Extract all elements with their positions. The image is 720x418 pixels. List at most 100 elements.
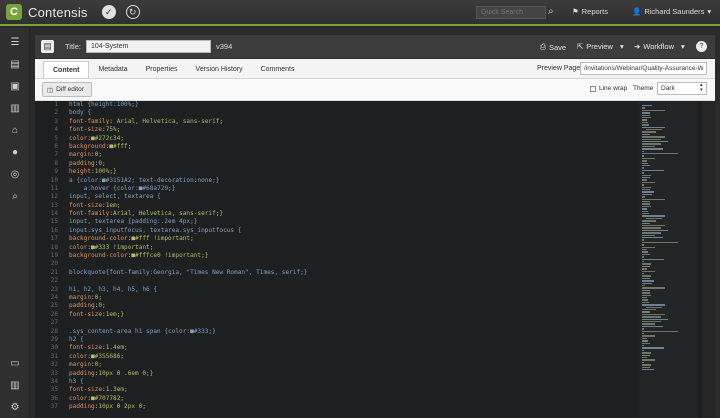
- home-icon[interactable]: ⌂: [9, 125, 21, 136]
- code-line: 26 font-size:1em;}: [35, 311, 635, 319]
- code-line: 8 padding:0;: [35, 160, 635, 168]
- minimap-line: [642, 328, 644, 330]
- line-wrap-toggle[interactable]: Line wrap: [590, 85, 627, 92]
- save-icon: ⎙: [540, 42, 546, 51]
- tab-comments[interactable]: Comments: [252, 61, 304, 78]
- tab-version-history[interactable]: Version History: [187, 61, 252, 78]
- title-input[interactable]: [85, 40, 211, 53]
- minimap-line: [642, 239, 644, 241]
- chevron-down-icon: ▾: [619, 42, 624, 51]
- line-number: 17: [50, 235, 58, 243]
- comment-icon[interactable]: ●: [9, 147, 21, 158]
- external-link-icon: ⇱: [577, 42, 584, 51]
- preview-page-input[interactable]: [580, 62, 707, 75]
- code-line: 4 font-size:75%;: [35, 126, 635, 134]
- minimap-line: [642, 345, 644, 347]
- tab-properties[interactable]: Properties: [137, 61, 187, 78]
- user-name: Richard Saunders: [644, 7, 705, 16]
- refresh-icon[interactable]: ↻: [125, 5, 140, 19]
- code-text: color:■#272c34;: [69, 134, 125, 142]
- minimap-line: [642, 333, 644, 335]
- code-text: font-size:1em;: [69, 201, 121, 209]
- list-icon[interactable]: ▥: [9, 103, 21, 114]
- user-menu[interactable]: 👤 Richard Saunders ▾: [632, 7, 711, 16]
- code-text: input.sys_inputfocus, textarea.sys_input…: [69, 226, 242, 234]
- save-button[interactable]: ⎙ Save: [540, 42, 566, 52]
- minimap-line: [642, 246, 656, 248]
- minimap-line: [642, 189, 651, 191]
- minimap-line: [642, 109, 666, 112]
- minimap-line: [642, 321, 661, 323]
- code-text: background-color:■#fff !important;: [69, 235, 194, 243]
- preview-button[interactable]: ⇱ Preview ▾: [577, 42, 624, 51]
- minimap-line: [642, 340, 648, 342]
- gear-icon[interactable]: ⚙: [9, 402, 21, 413]
- minimap-line: [642, 105, 653, 107]
- minimap-line: [642, 112, 650, 114]
- minimap-line: [642, 369, 654, 371]
- globe-icon[interactable]: ◎: [9, 169, 21, 180]
- minimap-line: [642, 270, 655, 272]
- minimap-line: [642, 193, 653, 196]
- quick-search-input[interactable]: [476, 6, 546, 19]
- tab-metadata[interactable]: Metadata: [89, 61, 136, 78]
- content-icon[interactable]: ▤: [9, 59, 21, 70]
- trash-icon[interactable]: ▥: [9, 380, 21, 391]
- code-line: 20: [35, 260, 635, 268]
- minimap-line: [642, 203, 651, 205]
- menu-icon[interactable]: ☰: [9, 37, 21, 48]
- code-line: 21 blockquote{font-family:Georgia, "Times…: [35, 269, 635, 277]
- minimap-line: [642, 359, 655, 361]
- user-icon: 👤: [632, 7, 642, 16]
- image-icon[interactable]: ▣: [9, 81, 21, 92]
- theme-label: Theme: [633, 85, 654, 92]
- logo[interactable]: C Contensis: [6, 4, 88, 20]
- reports-menu[interactable]: ⚑ Reports: [572, 7, 608, 16]
- code-text: background:■#fff;: [69, 142, 132, 150]
- minimap-line: [642, 318, 668, 320]
- line-number: 27: [50, 319, 58, 327]
- minimap-line: [642, 213, 650, 215]
- minimap-line: [642, 186, 651, 188]
- minimap-line: [642, 167, 644, 169]
- minimap-line: [642, 330, 678, 332]
- line-number: 33: [50, 369, 58, 377]
- minimap-line: [642, 119, 647, 121]
- minimap-line: [642, 297, 647, 299]
- editor-panel: ▤ Title: v394 ⎙Save ⇱Preview ▾ ➜Workflow ▾…: [35, 35, 715, 418]
- minimap-line: [642, 181, 655, 184]
- tab-content[interactable]: Content: [43, 61, 90, 78]
- minimap-line: [642, 138, 662, 140]
- code-text: h3 {: [69, 377, 84, 385]
- search-icon[interactable]: ⌕: [9, 191, 21, 202]
- minimap-line: [642, 234, 655, 236]
- diff-editor-button[interactable]: ◫ Diff editor: [42, 82, 92, 97]
- help-icon[interactable]: ?: [696, 41, 707, 52]
- minimap-line: [642, 107, 646, 109]
- code-text: font-size:1em;}: [69, 310, 125, 318]
- minimap-line: [642, 162, 648, 164]
- check-circle-icon[interactable]: ✓: [101, 5, 116, 19]
- code-line: 33 padding:10px 0 .6em 0;}: [35, 370, 635, 378]
- workflow-button[interactable]: ➜ Workflow ▾: [634, 42, 685, 51]
- document-icon: ▤: [41, 40, 54, 53]
- minimap-line: [642, 179, 647, 181]
- search-icon[interactable]: ⌕: [548, 6, 554, 17]
- code-line: 34 h3 {: [35, 378, 635, 386]
- code-editor[interactable]: 1 html {height:100%;} 2 body {3 font-family:…: [35, 101, 715, 418]
- line-number: 10: [50, 176, 58, 184]
- monitor-icon[interactable]: ▭: [9, 358, 21, 369]
- preview-label: Preview: [586, 42, 613, 51]
- minimap-line: [642, 165, 651, 167]
- line-number: 16: [50, 226, 58, 234]
- line-wrap-checkbox[interactable]: [590, 85, 596, 92]
- code-minimap[interactable]: [638, 101, 698, 418]
- line-number: 24: [50, 293, 58, 301]
- theme-select[interactable]: Dark: [657, 82, 707, 95]
- minimap-line: [642, 114, 651, 116]
- vertical-scrollbar[interactable]: [702, 101, 715, 418]
- minimap-line: [642, 237, 663, 239]
- code-text: font-size:75%;: [69, 126, 121, 134]
- code-text: margin:0;: [69, 151, 103, 159]
- minimap-line: [642, 133, 650, 136]
